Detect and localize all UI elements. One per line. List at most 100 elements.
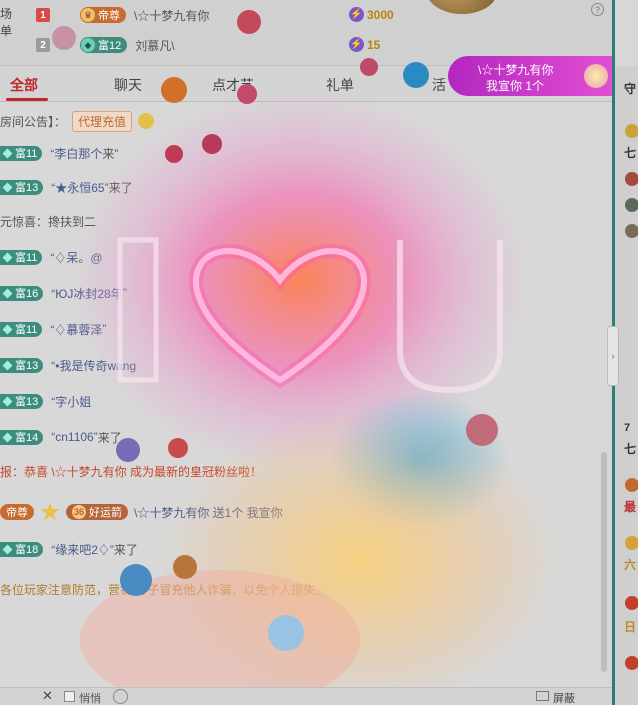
chat-username[interactable]: “cn1106” — [51, 430, 97, 444]
gift-promo-banner[interactable]: \☆十梦九有你 我宣你 1个 — [448, 56, 612, 96]
chat-scrollbar[interactable] — [601, 452, 607, 672]
level-badge: 富14 — [0, 429, 44, 445]
lightning-coin-icon: ⚡ — [349, 7, 364, 22]
level-badge: 富13 — [0, 179, 44, 195]
side-label: 单 — [0, 24, 13, 38]
gold-orb-decoration — [427, 0, 497, 14]
chat-username[interactable]: “♢慕蓉泽 — [50, 321, 102, 338]
agent-recharge-button[interactable]: 代理充值 — [72, 110, 133, 132]
chat-text: 来了 — [97, 430, 122, 445]
chevron-right-icon: › — [611, 350, 615, 362]
chat-text: 来了 — [108, 180, 133, 195]
avatar[interactable] — [625, 478, 638, 492]
right-panel-text: 七 — [624, 442, 637, 456]
chat-username[interactable]: “字小姐 — [51, 393, 91, 410]
chat-text: 来了 — [113, 542, 138, 557]
ranking-username[interactable]: 刘慕凡\ — [135, 37, 174, 54]
chat-text: 来” — [102, 146, 119, 161]
chat-text: 到二 — [72, 214, 97, 229]
emoji-icon[interactable] — [113, 689, 128, 704]
chat-area: 房间公告】： 代理充值 富11 “李白那个 来” 富13 “★永恒65” 来了 … — [0, 102, 607, 687]
right-panel-text: 七 — [624, 146, 637, 160]
avatar[interactable] — [625, 198, 638, 212]
chat-username[interactable]: “•我是传奇wang — [51, 357, 136, 374]
right-panel-text: 7 — [624, 422, 631, 434]
gift-message: 帝尊 36 好运箭 \☆十梦九有你 送1个 我宣你 — [0, 498, 283, 526]
gem-icon: ◆ — [81, 38, 95, 52]
chat-message: 富13 “字小姐 — [0, 390, 91, 412]
chat-username[interactable]: “ЮЈ冰封28年 — [51, 285, 122, 302]
avatar[interactable] — [625, 172, 638, 186]
level-badge: 富11 — [0, 321, 43, 337]
ranking-row[interactable]: 2 ◆ 富12 刘慕凡\ — [36, 32, 175, 58]
avatar[interactable] — [625, 536, 638, 550]
level-badge: 富18 — [0, 541, 44, 557]
rank-number: 2 — [36, 38, 50, 52]
chat-text: 元惊喜：搀扶 — [0, 214, 73, 229]
system-announcement: 报：恭喜 \☆十梦九有你 成为最新的皇冠粉丝啦！ — [0, 460, 262, 482]
right-panel-text: 日 — [624, 620, 637, 634]
help-icon[interactable]: ? — [591, 3, 604, 16]
avatar[interactable] — [625, 596, 638, 610]
emperor-badge: 帝尊 — [0, 504, 34, 520]
chat-message: 富11 “♢慕蓉泽 ” — [0, 318, 106, 340]
chat-username[interactable]: “★永恒65” — [51, 179, 108, 196]
right-panel-text: 最 — [624, 500, 637, 514]
chat-username[interactable]: “♢呆。@ — [50, 249, 102, 266]
emperor-badge: ♛ 帝尊 — [80, 7, 126, 23]
crown-icon: ♛ — [81, 8, 95, 22]
chat-text: ” — [102, 322, 107, 336]
room-notice: 房间公告】： 代理充值 — [0, 110, 155, 132]
chat-message: 富13 “•我是传奇wang — [0, 354, 136, 376]
luck-badge: 36 好运箭 — [66, 504, 128, 520]
chat-message: 富13 “★永恒65” 来了 — [0, 176, 133, 198]
chat-message: 富14 “cn1106” 来了 — [0, 426, 122, 448]
star-icon — [40, 502, 60, 521]
whisper-checkbox[interactable] — [64, 691, 75, 702]
notice-label: 房间公告】： — [0, 114, 67, 129]
chat-message: 富18 “缘来吧2♢” 来了 — [0, 538, 138, 560]
level-badge: 富11 — [0, 145, 43, 161]
rank-number: 1 — [36, 8, 50, 22]
tab-all[interactable]: 全部 — [10, 75, 38, 95]
chat-message: 富11 “♢呆。@ — [0, 246, 103, 268]
warning-message: 各位玩家注意防范，营销 分子冒充他人诈骗，以免个人损失。 — [0, 578, 327, 600]
coin-amount: ⚡ 15 — [349, 37, 381, 52]
active-tab-indicator — [6, 98, 48, 101]
smiley-icon — [138, 113, 155, 129]
ranking-username[interactable]: \☆十梦九有你 — [134, 7, 209, 24]
promo-gift: 我宣你 1个 — [486, 79, 545, 93]
tab-talent[interactable]: 点才艺 — [212, 75, 254, 95]
chat-username[interactable]: “缘来吧2♢” — [51, 541, 114, 558]
whisper-label: 悄悄 — [79, 693, 101, 705]
level-badge: ◆ 富12 — [80, 37, 128, 53]
chat-message: 元惊喜：搀扶 到二 — [0, 210, 96, 232]
announcement-text: 报：恭喜 \☆十梦九有你 成为最新的皇冠粉丝啦！ — [0, 464, 263, 479]
gift-icon — [584, 64, 608, 88]
chat-message: 富16 “ЮЈ冰封28年 ” — [0, 282, 127, 304]
tab-activity[interactable]: 活 — [432, 75, 446, 95]
tab-chat[interactable]: 聊天 — [114, 75, 142, 95]
warning-text: 各位玩家注意防范，营销 分子冒充他人诈骗，以免个人损失。 — [0, 582, 328, 597]
block-screen-icon — [536, 691, 549, 701]
right-panel-text: 六 — [624, 558, 637, 572]
chat-username[interactable]: “李白那个 — [50, 145, 102, 162]
live-room-app: 场 单 1 ♛ 帝尊 \☆十梦九有你 ⚡ 3000 2 ◆ 富12 刘慕凡\ ⚡… — [0, 0, 638, 705]
collapse-panel-button[interactable]: › — [607, 326, 619, 386]
avatar[interactable] — [625, 224, 638, 238]
chat-text: ” — [122, 286, 127, 300]
coin-amount: ⚡ 3000 — [349, 7, 394, 22]
level-badge: 富11 — [0, 249, 43, 265]
ranking-row[interactable]: 1 ♛ 帝尊 \☆十梦九有你 — [36, 2, 209, 28]
close-icon[interactable]: ✕ — [42, 688, 53, 704]
level-badge: 富13 — [0, 393, 44, 409]
avatar[interactable] — [625, 124, 638, 138]
avatar[interactable] — [625, 656, 638, 670]
right-panel-top — [612, 0, 638, 66]
tab-gift-list[interactable]: 礼单 — [326, 75, 354, 95]
side-label: 场 — [0, 7, 13, 21]
block-button[interactable]: 屏蔽 — [553, 690, 575, 705]
lightning-coin-icon: ⚡ — [349, 37, 364, 52]
right-panel-tab[interactable]: 守 — [624, 80, 636, 97]
gift-text: \☆十梦九有你 送1个 我宣你 — [134, 505, 283, 520]
